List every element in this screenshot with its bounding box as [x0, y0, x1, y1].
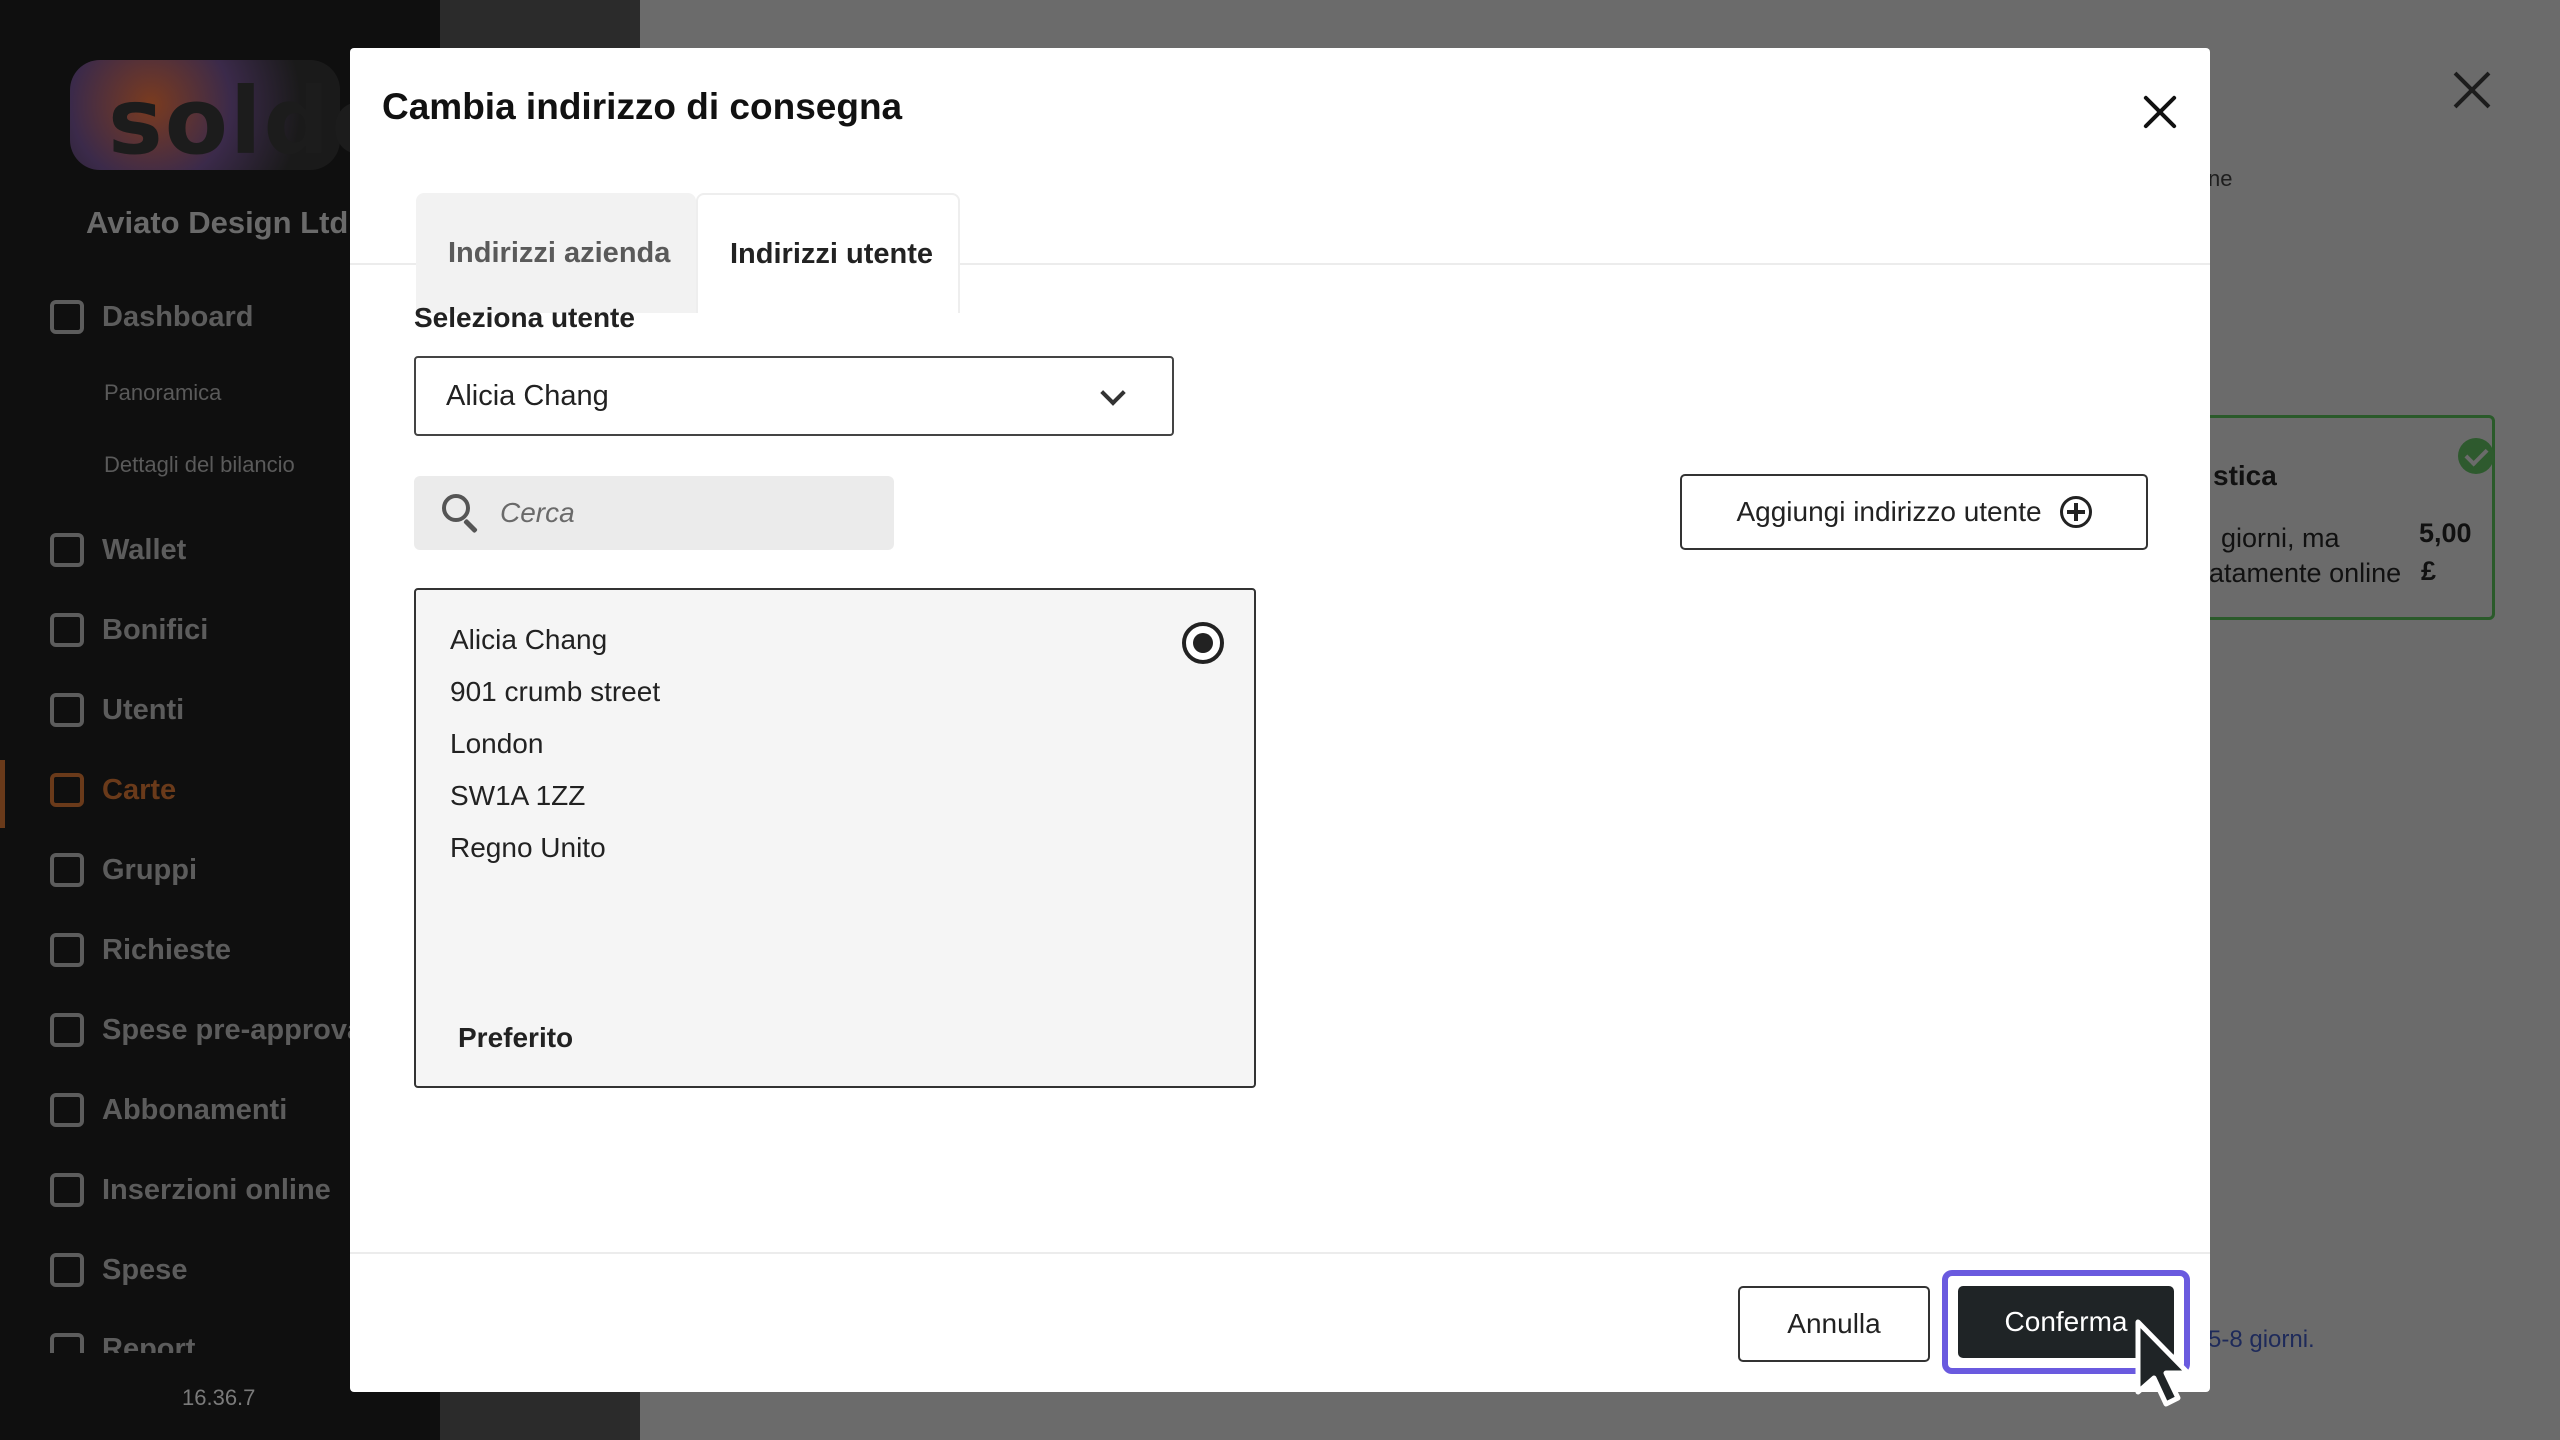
modal-title: Cambia indirizzo di consegna — [382, 86, 903, 127]
search-input[interactable] — [500, 488, 880, 538]
mouse-cursor-icon — [2135, 1319, 2191, 1407]
search-box[interactable] — [414, 476, 894, 550]
tab-company-addresses[interactable]: Indirizzi azienda — [416, 193, 696, 313]
sidebar-item-inserzioni-online[interactable]: Inserzioni online — [50, 1173, 331, 1207]
check-icon — [50, 1253, 84, 1287]
sidebar-subitem-dettagli-bilancio[interactable]: Dettagli del bilancio — [104, 452, 295, 478]
search-icon — [442, 494, 482, 534]
address-country: Regno Unito — [450, 832, 606, 863]
tab-user-addresses[interactable]: Indirizzi utente — [696, 193, 960, 313]
sidebar-item-wallet[interactable]: Wallet — [50, 533, 186, 567]
delivery-days-link[interactable]: 5-8 giorni. — [2208, 1326, 2315, 1354]
user-icon — [50, 693, 84, 727]
plus-circle-icon — [2059, 496, 2092, 528]
shipping-option-title: stica — [2213, 460, 2277, 491]
app-version: 16.36.7 — [182, 1385, 256, 1410]
address-name: Alicia Chang — [450, 624, 608, 655]
chart-icon — [50, 1333, 84, 1353]
company-name: Aviato Design Ltd — [86, 205, 349, 240]
user-select-value: Alicia Chang — [446, 380, 609, 412]
sidebar-item-carte[interactable]: Carte — [50, 773, 176, 807]
active-nav-indicator — [0, 760, 5, 828]
wallet-icon — [50, 533, 84, 567]
shipping-option-desc-2: iatamente online — [2203, 558, 2402, 588]
card-icon — [50, 773, 84, 807]
address-postcode: SW1A 1ZZ — [450, 780, 586, 811]
shipping-option-desc-1: giorni, ma — [2221, 523, 2340, 553]
background-close-icon[interactable] — [2452, 70, 2492, 110]
sidebar-subitem-panoramica[interactable]: Panoramica — [104, 380, 221, 406]
address-city: London — [450, 728, 544, 759]
check-circle-icon — [2458, 438, 2494, 474]
sidebar-item-spese-pre-approvate[interactable]: Spese pre-approva — [50, 1013, 363, 1047]
sidebar-item-richieste[interactable]: Richieste — [50, 933, 231, 967]
bank-icon — [50, 613, 84, 647]
groups-icon — [50, 853, 84, 887]
shipping-option-price: 5,00 — [2419, 518, 2472, 548]
sidebar-item-abbonamenti[interactable]: Abbonamenti — [50, 1093, 287, 1127]
address-tabs: Indirizzi azienda Indirizzi utente — [416, 193, 960, 313]
home-icon — [50, 300, 84, 334]
requests-icon — [50, 933, 84, 967]
address-radio-selected[interactable] — [1182, 622, 1224, 664]
address-street: 901 crumb street — [450, 676, 661, 707]
select-user-label: Seleziona utente — [414, 302, 635, 333]
clock-icon — [50, 1093, 84, 1127]
preferred-badge: Preferito — [458, 1022, 574, 1053]
background-text-fragment: ne — [2208, 166, 2233, 191]
sidebar-item-utenti[interactable]: Utenti — [50, 693, 184, 727]
user-select[interactable]: Alicia Chang — [414, 356, 1174, 436]
sidebar-item-report[interactable]: Report — [50, 1333, 195, 1353]
address-card[interactable]: Alicia Chang 901 crumb street London SW1… — [414, 588, 1256, 1088]
close-icon[interactable] — [2135, 88, 2185, 138]
add-user-address-button[interactable]: Aggiungi indirizzo utente — [1680, 474, 2148, 550]
preapproved-icon — [50, 1013, 84, 1047]
sidebar-item-dashboard[interactable]: Dashboard — [50, 300, 253, 334]
chevron-down-icon — [1100, 380, 1126, 406]
shipping-option-currency: £ — [2421, 556, 2437, 586]
sidebar-item-gruppi[interactable]: Gruppi — [50, 853, 197, 887]
sidebar-item-spese[interactable]: Spese — [50, 1253, 187, 1287]
shipping-option-card[interactable]: stica giorni, ma iatamente online 5,00 £ — [2160, 415, 2495, 620]
cancel-button[interactable]: Annulla — [1738, 1286, 1930, 1362]
add-user-address-label: Aggiungi indirizzo utente — [1736, 496, 2042, 527]
sidebar-item-bonifici[interactable]: Bonifici — [50, 613, 208, 647]
footer-divider — [350, 1252, 2210, 1254]
megaphone-icon — [50, 1173, 84, 1207]
change-delivery-address-modal: Cambia indirizzo di consegna Indirizzi a… — [350, 48, 2210, 1392]
